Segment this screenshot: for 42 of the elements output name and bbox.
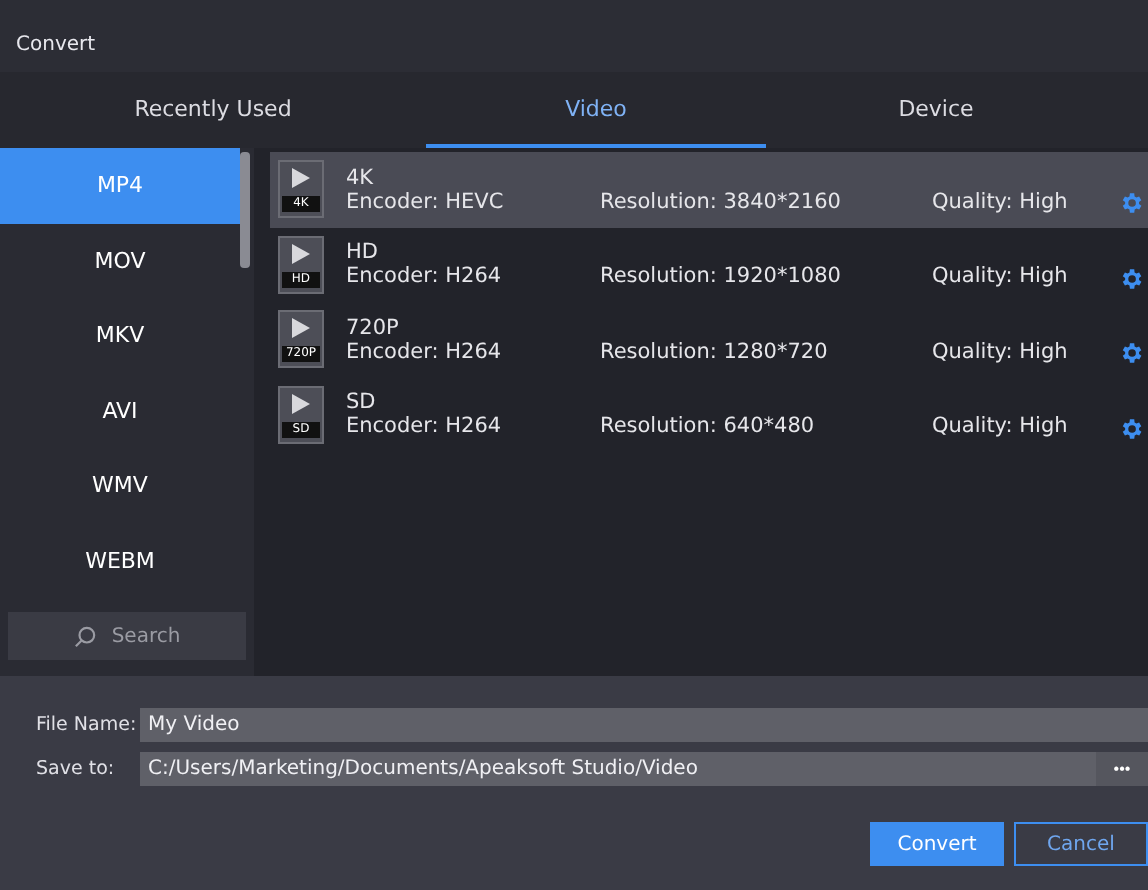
play-icon bbox=[292, 318, 310, 339]
window-title: Convert bbox=[16, 34, 96, 56]
format-item[interactable]: WMV bbox=[0, 448, 240, 523]
quality-text: Quality: High bbox=[932, 339, 1070, 364]
settings-icon[interactable] bbox=[1118, 190, 1144, 217]
field-label: Save to: bbox=[36, 758, 117, 780]
format-item[interactable]: WEBM bbox=[0, 523, 240, 598]
quality-text: Quality: High bbox=[932, 264, 1070, 289]
format-item[interactable]: AVI bbox=[0, 373, 240, 448]
preset-name: HD bbox=[346, 240, 380, 265]
settings-icon[interactable] bbox=[1118, 265, 1144, 292]
encoder-text: Encoder: H264 bbox=[346, 414, 504, 439]
save-path-field[interactable]: C:/Users/Marketing/Documents/Apeaksoft Studio/Video bbox=[140, 752, 1096, 786]
quality-text: Quality: High bbox=[932, 189, 1070, 214]
format-item[interactable]: MOV bbox=[0, 223, 240, 298]
play-icon bbox=[292, 168, 310, 189]
search-field[interactable]: Search bbox=[8, 612, 246, 660]
resolution-text: Resolution: 640*480 bbox=[600, 414, 817, 439]
encoder-text: Encoder: H264 bbox=[346, 264, 504, 289]
tab[interactable]: Recently Used bbox=[0, 72, 426, 148]
preset-name: SD bbox=[346, 390, 378, 415]
encoder-text: Encoder: HEVC bbox=[346, 189, 506, 214]
play-icon bbox=[292, 243, 310, 264]
cancel-button[interactable]: Cancel bbox=[1014, 822, 1148, 866]
settings-icon[interactable] bbox=[1118, 415, 1144, 442]
tab[interactable]: Device bbox=[766, 72, 1106, 148]
resolution-text: Resolution: 1920*1080 bbox=[600, 264, 843, 289]
encoder-text: Encoder: H264 bbox=[346, 339, 504, 364]
play-icon bbox=[292, 393, 310, 414]
preset-name: 4K bbox=[346, 165, 376, 190]
search-icon bbox=[73, 625, 96, 647]
resolution-text: Resolution: 3840*2160 bbox=[600, 189, 843, 214]
file-name-field[interactable]: My Video bbox=[140, 708, 1148, 742]
quality-text: Quality: High bbox=[932, 414, 1070, 439]
browse-button[interactable]: ••• bbox=[1096, 752, 1148, 786]
format-item[interactable]: MKV bbox=[0, 298, 240, 373]
scrollbar-thumb[interactable] bbox=[240, 152, 250, 268]
resolution-text: Resolution: 1280*720 bbox=[600, 339, 830, 364]
tab[interactable]: Video bbox=[426, 72, 766, 148]
settings-icon[interactable] bbox=[1118, 340, 1144, 367]
preset-name: 720P bbox=[346, 315, 401, 340]
field-label: File Name: bbox=[36, 714, 139, 736]
